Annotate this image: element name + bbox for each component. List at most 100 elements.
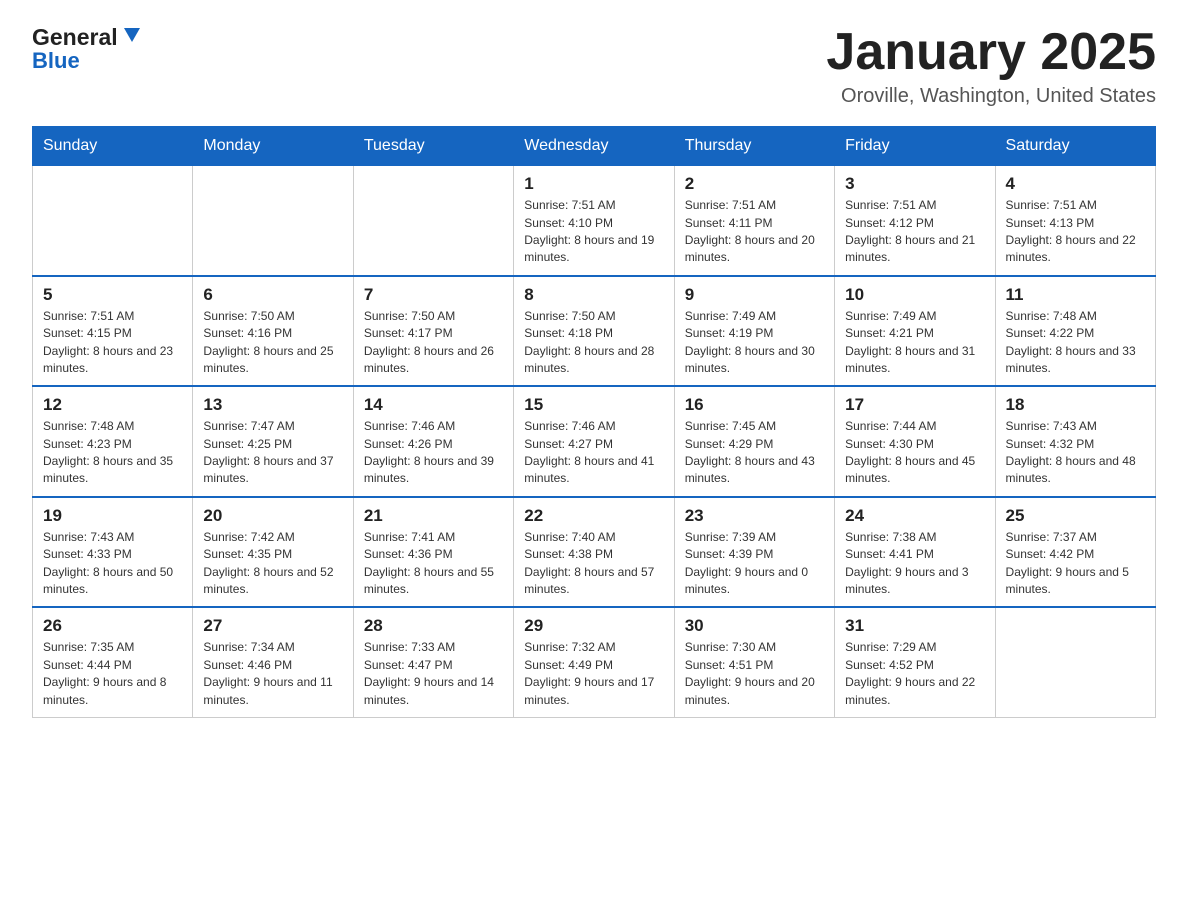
calendar-cell	[995, 607, 1155, 717]
calendar-cell: 6Sunrise: 7:50 AMSunset: 4:16 PMDaylight…	[193, 276, 353, 387]
calendar-header-thursday: Thursday	[674, 127, 834, 166]
calendar-cell: 14 Sunrise: 7:46 AMSunset: 4:26 PMDayligh…	[353, 386, 513, 497]
month-title: January 2025	[826, 24, 1156, 81]
day-number: 5	[43, 285, 182, 305]
calendar-cell: 11 Sunrise: 7:48 AMSunset: 4:22 PMDayligh…	[995, 276, 1155, 387]
day-number: 12	[43, 395, 182, 415]
day-info: Sunrise: 7:30 AMSunset: 4:51 PMDaylight:…	[685, 639, 824, 709]
day-info: Sunrise: 7:34 AMSunset: 4:46 PMDaylight:…	[203, 639, 342, 709]
day-info: Sunrise: 7:32 AMSunset: 4:49 PMDaylight:…	[524, 639, 663, 709]
day-number: 26	[43, 616, 182, 636]
day-info: Sunrise: 7:42 AMSunset: 4:35 PMDaylight:…	[203, 529, 342, 599]
calendar-header-row: SundayMondayTuesdayWednesdayThursdayFrid…	[33, 127, 1156, 166]
day-number: 31	[845, 616, 984, 636]
day-info: Sunrise: 7:50 AMSunset: 4:17 PMDaylight:…	[364, 308, 503, 378]
day-number: 28	[364, 616, 503, 636]
calendar-header-monday: Monday	[193, 127, 353, 166]
day-info: Sunrise: 7:38 AMSunset: 4:41 PMDaylight:…	[845, 529, 984, 599]
calendar-cell: 7Sunrise: 7:50 AMSunset: 4:17 PMDaylight…	[353, 276, 513, 387]
day-number: 15	[524, 395, 663, 415]
calendar-cell: 1 Sunrise: 7:51 AMSunset: 4:10 PMDaylight…	[514, 166, 674, 276]
day-number: 1	[524, 174, 663, 194]
day-number: 20	[203, 506, 342, 526]
day-number: 19	[43, 506, 182, 526]
calendar-cell	[33, 166, 193, 276]
day-info: Sunrise: 7:41 AMSunset: 4:36 PMDaylight:…	[364, 529, 503, 599]
calendar-cell: 21 Sunrise: 7:41 AMSunset: 4:36 PMDayligh…	[353, 497, 513, 608]
day-info: Sunrise: 7:50 AMSunset: 4:18 PMDaylight:…	[524, 308, 663, 378]
calendar-cell: 9 Sunrise: 7:49 AMSunset: 4:19 PMDaylight…	[674, 276, 834, 387]
day-number: 21	[364, 506, 503, 526]
day-number: 25	[1006, 506, 1145, 526]
calendar-cell: 17 Sunrise: 7:44 AMSunset: 4:30 PMDayligh…	[835, 386, 995, 497]
day-info: Sunrise: 7:48 AMSunset: 4:23 PMDaylight:…	[43, 418, 182, 488]
day-info: Sunrise: 7:29 AMSunset: 4:52 PMDaylight:…	[845, 639, 984, 709]
calendar-cell	[193, 166, 353, 276]
calendar-cell: 23Sunrise: 7:39 AMSunset: 4:39 PMDayligh…	[674, 497, 834, 608]
page-header: General Blue January 2025 Oroville, Wash…	[32, 24, 1156, 108]
day-number: 2	[685, 174, 824, 194]
calendar-cell: 13 Sunrise: 7:47 AMSunset: 4:25 PMDayligh…	[193, 386, 353, 497]
calendar-cell: 18Sunrise: 7:43 AMSunset: 4:32 PMDayligh…	[995, 386, 1155, 497]
day-number: 29	[524, 616, 663, 636]
calendar-header-tuesday: Tuesday	[353, 127, 513, 166]
day-info: Sunrise: 7:45 AMSunset: 4:29 PMDaylight:…	[685, 418, 824, 488]
day-number: 27	[203, 616, 342, 636]
calendar-header-wednesday: Wednesday	[514, 127, 674, 166]
calendar-cell: 25 Sunrise: 7:37 AMSunset: 4:42 PMDayligh…	[995, 497, 1155, 608]
calendar-cell: 19 Sunrise: 7:43 AMSunset: 4:33 PMDayligh…	[33, 497, 193, 608]
day-number: 22	[524, 506, 663, 526]
calendar-cell: 26Sunrise: 7:35 AMSunset: 4:44 PMDayligh…	[33, 607, 193, 717]
day-number: 13	[203, 395, 342, 415]
day-info: Sunrise: 7:44 AMSunset: 4:30 PMDaylight:…	[845, 418, 984, 488]
day-number: 4	[1006, 174, 1145, 194]
calendar-cell: 12 Sunrise: 7:48 AMSunset: 4:23 PMDayligh…	[33, 386, 193, 497]
day-number: 10	[845, 285, 984, 305]
day-info: Sunrise: 7:50 AMSunset: 4:16 PMDaylight:…	[203, 308, 342, 378]
day-info: Sunrise: 7:43 AMSunset: 4:33 PMDaylight:…	[43, 529, 182, 599]
calendar-cell: 5 Sunrise: 7:51 AMSunset: 4:15 PMDaylight…	[33, 276, 193, 387]
day-number: 30	[685, 616, 824, 636]
calendar-week-2: 5 Sunrise: 7:51 AMSunset: 4:15 PMDaylight…	[33, 276, 1156, 387]
calendar-cell: 8 Sunrise: 7:50 AMSunset: 4:18 PMDaylight…	[514, 276, 674, 387]
day-number: 11	[1006, 285, 1145, 305]
day-info: Sunrise: 7:46 AMSunset: 4:27 PMDaylight:…	[524, 418, 663, 488]
calendar-week-3: 12 Sunrise: 7:48 AMSunset: 4:23 PMDayligh…	[33, 386, 1156, 497]
calendar-header-saturday: Saturday	[995, 127, 1155, 166]
calendar-cell: 22 Sunrise: 7:40 AMSunset: 4:38 PMDayligh…	[514, 497, 674, 608]
calendar-cell: 30 Sunrise: 7:30 AMSunset: 4:51 PMDayligh…	[674, 607, 834, 717]
calendar-table: SundayMondayTuesdayWednesdayThursdayFrid…	[32, 126, 1156, 718]
calendar-week-4: 19 Sunrise: 7:43 AMSunset: 4:33 PMDayligh…	[33, 497, 1156, 608]
day-info: Sunrise: 7:40 AMSunset: 4:38 PMDaylight:…	[524, 529, 663, 599]
day-info: Sunrise: 7:46 AMSunset: 4:26 PMDaylight:…	[364, 418, 503, 488]
calendar-header-friday: Friday	[835, 127, 995, 166]
day-info: Sunrise: 7:47 AMSunset: 4:25 PMDaylight:…	[203, 418, 342, 488]
day-number: 24	[845, 506, 984, 526]
day-number: 14	[364, 395, 503, 415]
calendar-cell: 28 Sunrise: 7:33 AMSunset: 4:47 PMDayligh…	[353, 607, 513, 717]
title-block: January 2025 Oroville, Washington, Unite…	[826, 24, 1156, 108]
calendar-cell: 3Sunrise: 7:51 AMSunset: 4:12 PMDaylight…	[835, 166, 995, 276]
day-number: 17	[845, 395, 984, 415]
day-info: Sunrise: 7:51 AMSunset: 4:15 PMDaylight:…	[43, 308, 182, 378]
day-number: 16	[685, 395, 824, 415]
calendar-cell	[353, 166, 513, 276]
logo-arrow-icon	[121, 24, 143, 46]
calendar-cell: 24 Sunrise: 7:38 AMSunset: 4:41 PMDayligh…	[835, 497, 995, 608]
day-info: Sunrise: 7:49 AMSunset: 4:21 PMDaylight:…	[845, 308, 984, 378]
calendar-cell: 15 Sunrise: 7:46 AMSunset: 4:27 PMDayligh…	[514, 386, 674, 497]
day-info: Sunrise: 7:51 AMSunset: 4:10 PMDaylight:…	[524, 197, 663, 267]
day-info: Sunrise: 7:33 AMSunset: 4:47 PMDaylight:…	[364, 639, 503, 709]
day-info: Sunrise: 7:49 AMSunset: 4:19 PMDaylight:…	[685, 308, 824, 378]
calendar-cell: 27 Sunrise: 7:34 AMSunset: 4:46 PMDayligh…	[193, 607, 353, 717]
day-number: 8	[524, 285, 663, 305]
calendar-header-sunday: Sunday	[33, 127, 193, 166]
day-number: 9	[685, 285, 824, 305]
location-title: Oroville, Washington, United States	[826, 85, 1156, 108]
day-info: Sunrise: 7:37 AMSunset: 4:42 PMDaylight:…	[1006, 529, 1145, 599]
logo-general-text: General	[32, 24, 118, 51]
day-number: 23	[685, 506, 824, 526]
day-info: Sunrise: 7:48 AMSunset: 4:22 PMDaylight:…	[1006, 308, 1145, 378]
calendar-cell: 4 Sunrise: 7:51 AMSunset: 4:13 PMDaylight…	[995, 166, 1155, 276]
day-info: Sunrise: 7:51 AMSunset: 4:13 PMDaylight:…	[1006, 197, 1145, 267]
